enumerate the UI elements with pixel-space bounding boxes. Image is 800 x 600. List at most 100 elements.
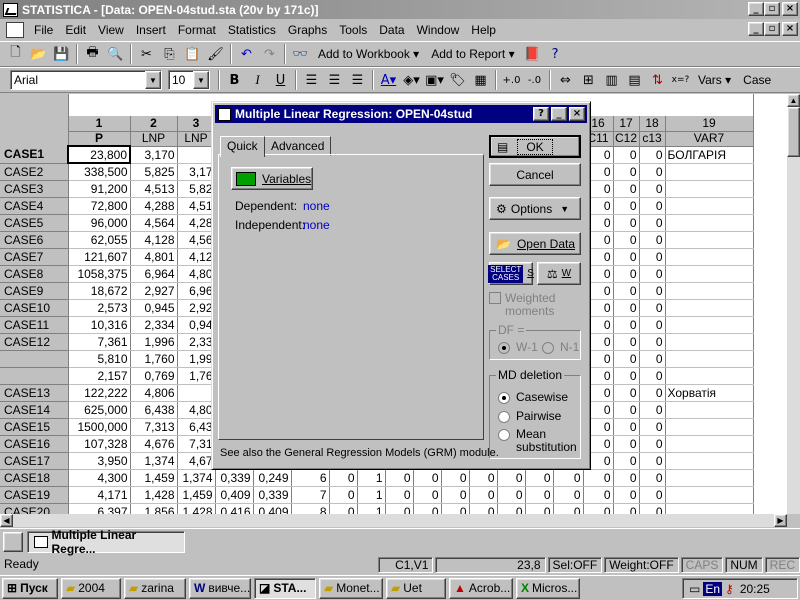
data-cell[interactable]: 1 [357, 486, 386, 504]
cancel-button[interactable]: Cancel [489, 163, 581, 186]
column-number[interactable]: 1 [68, 116, 131, 132]
data-cell[interactable]: 4,51 [177, 197, 216, 215]
font-name-select[interactable]: Arial ▼ [10, 70, 162, 90]
data-cell[interactable]: 7 [291, 486, 330, 504]
data-cell[interactable] [665, 197, 754, 215]
save-icon[interactable]: 💾 [50, 43, 73, 65]
document-icon[interactable] [6, 22, 24, 38]
chart-icon[interactable]: ▥ [600, 69, 623, 91]
corner-cell[interactable] [0, 94, 69, 146]
data-cell[interactable]: 0 [583, 469, 614, 487]
data-cell[interactable]: 6,397 [68, 503, 131, 514]
data-cell[interactable]: 6,438 [130, 401, 178, 419]
tag-icon[interactable]: 🏷 [446, 69, 469, 91]
data-cell[interactable]: 96,000 [68, 214, 131, 232]
variables-button[interactable]: Variables [231, 167, 313, 190]
data-cell[interactable] [665, 401, 754, 419]
format-painter-icon[interactable]: 🖌 [204, 43, 227, 65]
data-cell[interactable]: 2,334 [130, 316, 178, 334]
task-2004[interactable]: ▰ 2004 [61, 577, 121, 599]
data-cell[interactable]: 2,157 [68, 367, 131, 385]
data-cell[interactable]: 0 [613, 435, 640, 453]
data-cell[interactable] [177, 146, 216, 164]
data-cell[interactable]: 0 [613, 214, 640, 232]
print-preview-icon[interactable]: 🔍 [104, 43, 127, 65]
vars-menu-button[interactable]: Vars ▾ [692, 69, 737, 91]
book-icon[interactable]: 📕 [521, 43, 544, 65]
cut-icon[interactable]: ✂ [135, 43, 158, 65]
data-cell[interactable] [665, 282, 754, 300]
data-cell[interactable]: 0 [639, 486, 666, 504]
increase-decimal-icon[interactable]: +.0 [500, 69, 523, 91]
data-cell[interactable]: 0,945 [130, 299, 178, 317]
data-cell[interactable]: 6,964 [130, 265, 178, 283]
data-cell[interactable]: 5,82 [177, 180, 216, 198]
data-cell[interactable]: 6,96 [177, 282, 216, 300]
data-cell[interactable]: 4,676 [130, 435, 178, 453]
row-header[interactable]: CASE9 [0, 282, 69, 300]
data-cell[interactable]: 4,28 [177, 214, 216, 232]
doc-restore-button[interactable]: ▫ [764, 22, 780, 36]
data-cell[interactable]: 0 [613, 316, 640, 334]
scroll-up-icon[interactable]: ▲ [787, 94, 800, 107]
row-header[interactable]: CASE19 [0, 486, 69, 504]
data-cell[interactable]: 0 [553, 503, 584, 514]
data-cell[interactable]: 0 [413, 503, 442, 514]
data-cell[interactable]: 0 [639, 197, 666, 215]
data-cell[interactable]: 0 [525, 486, 554, 504]
data-cell[interactable]: 4,128 [130, 231, 178, 249]
fill-color-icon[interactable]: ◈▾ [400, 69, 423, 91]
data-cell[interactable]: 0 [583, 503, 614, 514]
cases-menu-button[interactable]: Case [737, 69, 771, 91]
data-cell[interactable]: 0 [639, 146, 666, 164]
data-cell[interactable]: 0 [639, 401, 666, 419]
data-cell[interactable] [665, 316, 754, 334]
weight-button[interactable]: ⚖ W [537, 262, 581, 285]
column-number[interactable]: 2 [130, 116, 178, 132]
data-cell[interactable]: 0 [613, 299, 640, 317]
row-header[interactable]: CASE11 [0, 316, 69, 334]
data-cell[interactable]: 0 [329, 469, 358, 487]
data-cell[interactable]: 0 [613, 231, 640, 249]
row-header[interactable]: CASE8 [0, 265, 69, 283]
row-header[interactable] [0, 367, 69, 385]
borders-icon[interactable]: ▣▾ [423, 69, 446, 91]
data-cell[interactable]: 0 [613, 367, 640, 385]
column-header[interactable]: C12 [613, 131, 640, 147]
task-acrobat[interactable]: ▲ Acrob... [449, 577, 513, 599]
data-cell[interactable]: 0 [613, 418, 640, 436]
data-cell[interactable]: 1,76 [177, 367, 216, 385]
data-cell[interactable]: 0 [613, 452, 640, 470]
data-cell[interactable]: 0 [639, 282, 666, 300]
data-cell[interactable]: 2,92 [177, 299, 216, 317]
options-button[interactable]: ⚙ Options ▼ [489, 197, 581, 220]
data-cell[interactable]: 0,94 [177, 316, 216, 334]
column-header[interactable]: VAR7 [665, 131, 754, 147]
data-cell[interactable]: 0 [613, 350, 640, 368]
grid-icon[interactable]: ▦ [469, 69, 492, 91]
data-cell[interactable]: 0 [329, 486, 358, 504]
context-help-icon[interactable]: ? [544, 43, 567, 65]
data-cell[interactable]: 0,339 [215, 469, 254, 487]
menu-data[interactable]: Data [373, 20, 410, 40]
column-header[interactable]: LNP [177, 131, 216, 147]
df-n1-radio[interactable]: N-1 [542, 340, 579, 354]
data-cell[interactable]: 0 [385, 486, 414, 504]
data-cell[interactable]: 1,428 [130, 486, 178, 504]
ok-button[interactable]: ▤ OK [489, 135, 581, 158]
menu-format[interactable]: Format [172, 20, 222, 40]
data-cell[interactable]: 7,31 [177, 435, 216, 453]
casewise-radio[interactable]: Casewise [498, 390, 568, 404]
row-header[interactable]: CASE10 [0, 299, 69, 317]
row-header[interactable]: CASE20 [0, 503, 69, 514]
column-number[interactable]: 3 [177, 116, 216, 132]
data-cell[interactable]: 0 [613, 248, 640, 266]
data-cell[interactable]: 18,672 [68, 282, 131, 300]
tab-advanced[interactable]: Advanced [264, 136, 332, 156]
data-cell[interactable]: 1500,000 [68, 418, 131, 436]
menu-file[interactable]: File [28, 20, 59, 40]
data-cell[interactable]: 3,170 [130, 146, 178, 164]
data-cell[interactable]: 0 [497, 486, 526, 504]
data-cell[interactable]: 0 [639, 350, 666, 368]
data-cell[interactable]: 0 [639, 214, 666, 232]
